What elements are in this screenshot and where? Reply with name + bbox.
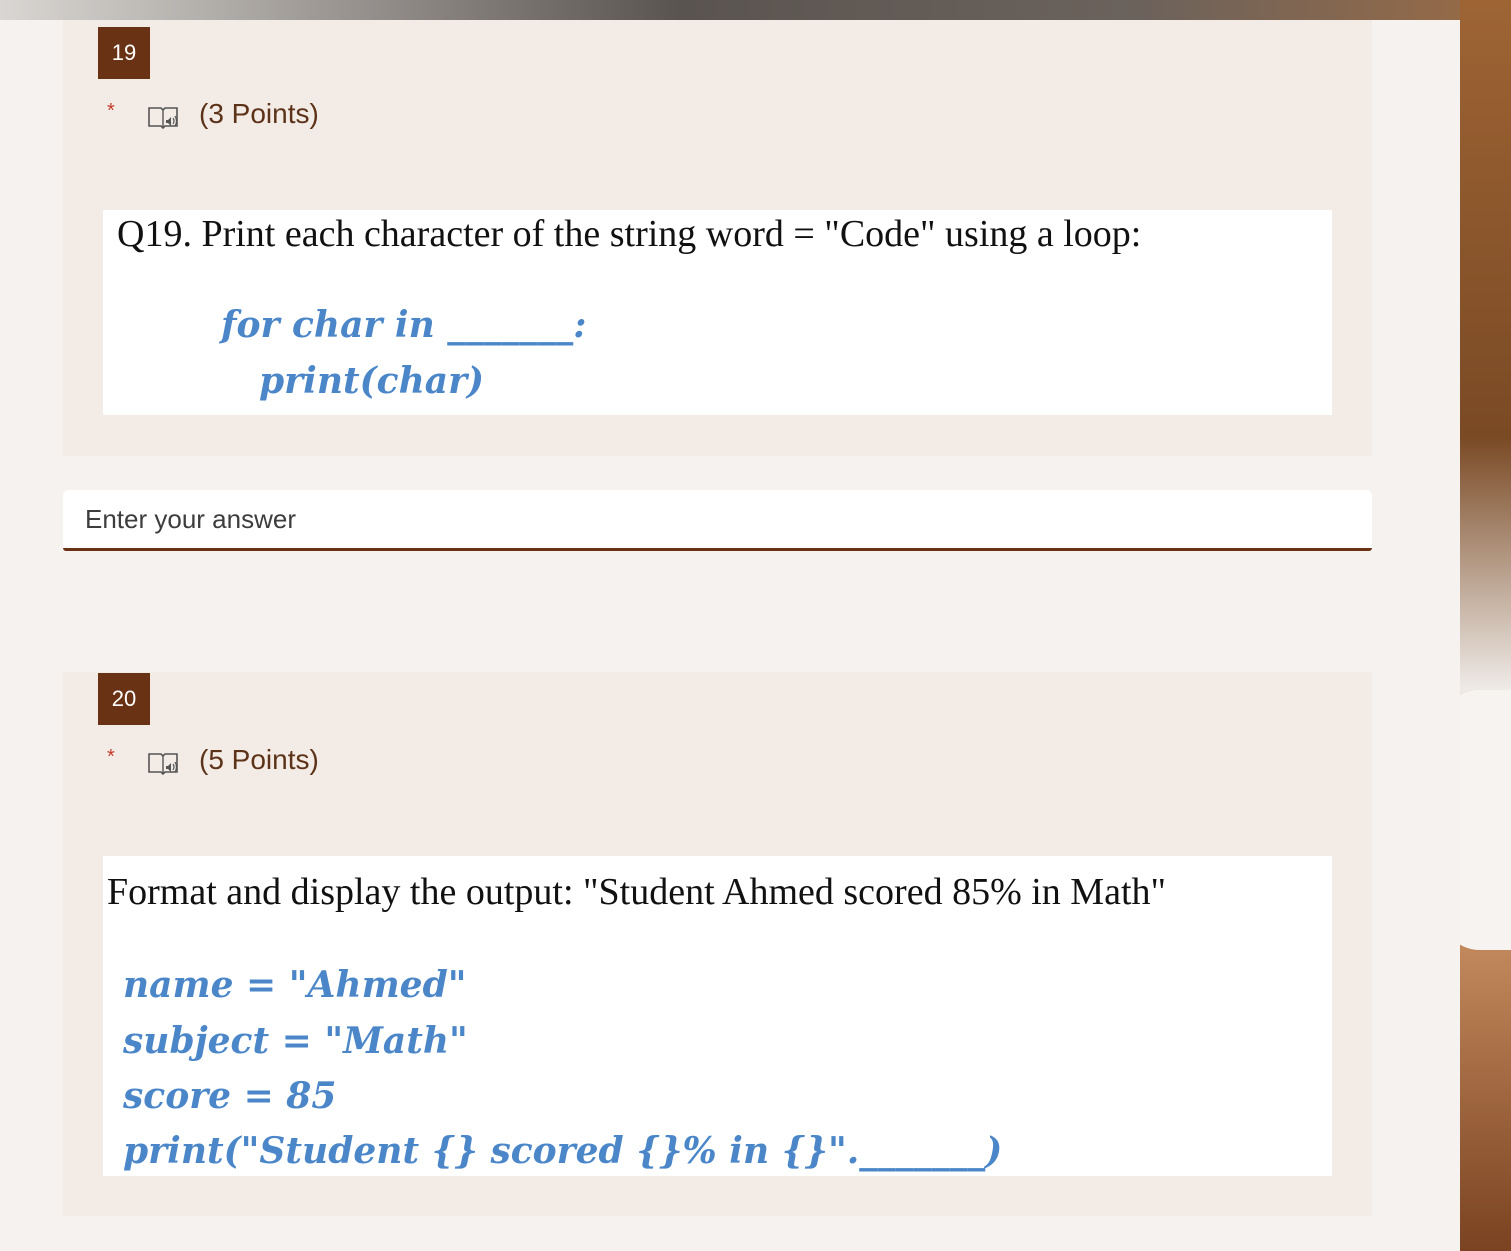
question-number-badge: 19 [98, 27, 150, 79]
answer-input[interactable] [83, 490, 1347, 548]
question-prompt: Q19. Print each character of the string … [117, 213, 1142, 255]
question-number-badge: 20 [98, 673, 150, 725]
immersive-reader-icon[interactable] [147, 104, 181, 132]
question-points: (5 Points) [199, 744, 319, 775]
required-asterisk: * [107, 746, 115, 768]
question-prompt: Format and display the output: "Student … [107, 871, 1167, 913]
code-line: score = 85 [123, 1075, 337, 1117]
question-image: Format and display the output: "Student … [103, 856, 1332, 1176]
question-points: (3 Points) [199, 98, 319, 129]
background-top-strip [0, 0, 1511, 20]
form-page: 19 * (3 Points) Q19. Print each characte… [0, 20, 1460, 1251]
question-card-19: 19 * (3 Points) Q19. Print each characte… [63, 20, 1372, 456]
background-photo-edge [1460, 0, 1511, 1251]
answer-field[interactable] [63, 490, 1372, 551]
question-image: Q19. Print each character of the string … [103, 210, 1332, 415]
code-line: print(char) [259, 360, 485, 402]
code-line: for char in _______: [221, 304, 587, 346]
immersive-reader-icon[interactable] [147, 750, 181, 778]
code-line: name = "Ahmed" [123, 964, 467, 1006]
code-line: print("Student {} scored {}% in {}".____… [123, 1130, 1003, 1172]
code-line: subject = "Math" [123, 1020, 468, 1062]
question-card-20: 20 * (5 Points) Format and display the o… [63, 672, 1372, 1216]
required-asterisk: * [107, 100, 115, 122]
